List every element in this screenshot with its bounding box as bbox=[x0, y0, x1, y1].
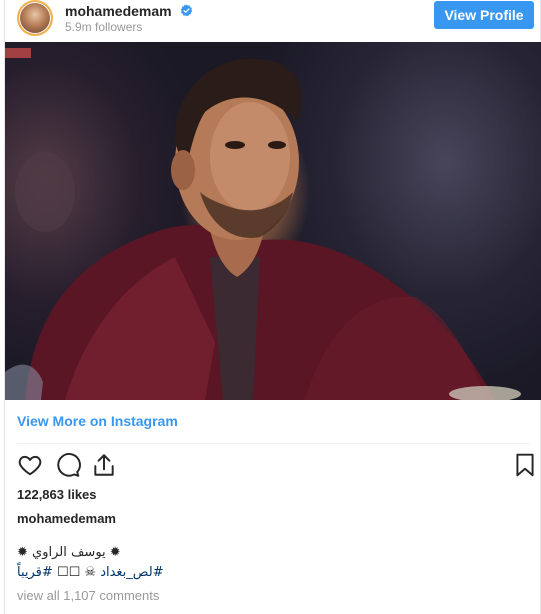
bookmark-icon[interactable] bbox=[512, 452, 538, 478]
view-profile-button[interactable]: View Profile bbox=[434, 1, 534, 29]
instagram-embed: mohamedemam 5.9m followers View Profile bbox=[4, 0, 541, 614]
caption-text: ✹ يوسف الراوي ✹ bbox=[17, 545, 121, 560]
avatar[interactable] bbox=[17, 0, 53, 36]
post-image[interactable] bbox=[5, 42, 541, 400]
caption-username[interactable]: mohamedemam bbox=[17, 511, 116, 526]
post-header: mohamedemam 5.9m followers View Profile bbox=[5, 0, 540, 42]
action-bar bbox=[15, 452, 534, 480]
follower-count: 5.9m followers bbox=[65, 20, 143, 34]
username[interactable]: mohamedemam bbox=[65, 3, 172, 19]
comment-icon[interactable] bbox=[55, 452, 81, 478]
hashtag-link[interactable]: #لص_بغداد bbox=[100, 565, 163, 580]
hashtag-link[interactable]: #قريباً bbox=[17, 565, 53, 580]
post-photo-art bbox=[5, 42, 541, 400]
caption-hashtags: #لص_بغداد ☠ ☐☐ #قريباً bbox=[17, 565, 164, 580]
divider bbox=[17, 443, 530, 444]
view-more-link[interactable]: View More on Instagram bbox=[17, 413, 178, 429]
share-icon[interactable] bbox=[91, 452, 117, 478]
username-row: mohamedemam bbox=[65, 2, 193, 20]
verified-icon bbox=[180, 4, 193, 17]
view-comments-link[interactable]: view all 1,107 comments bbox=[17, 588, 159, 603]
heart-icon[interactable] bbox=[17, 452, 43, 478]
caption-emoji: ☠ ☐☐ bbox=[56, 565, 97, 580]
like-count[interactable]: 122,863 likes bbox=[17, 487, 97, 502]
